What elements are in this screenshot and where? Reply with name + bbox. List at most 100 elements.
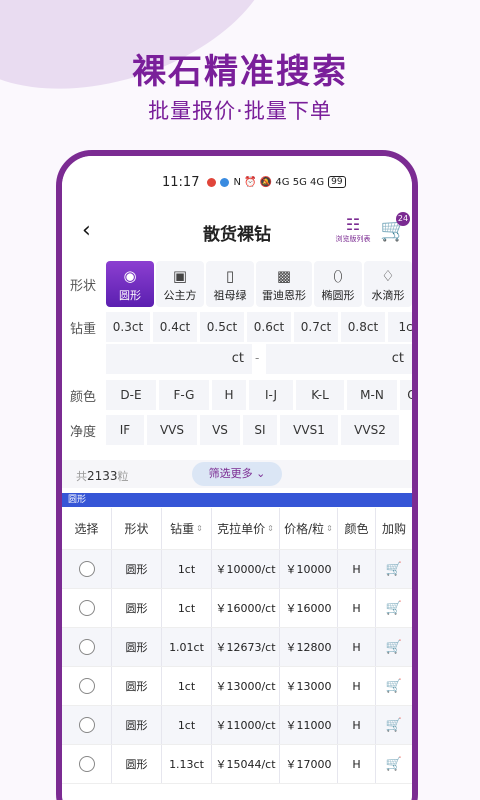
clarity-chip[interactable]: VVS2	[341, 415, 399, 445]
clarity-chip[interactable]: VVS1	[280, 415, 338, 445]
cell-unit-price: ￥12673/ct	[212, 628, 280, 666]
oval-shape-icon: ⬯	[333, 267, 343, 285]
select-radio[interactable]	[78, 639, 95, 655]
count-suffix: 粒	[117, 470, 129, 483]
clarity-label: 净度	[70, 424, 97, 440]
row-select-cell[interactable]	[62, 550, 112, 588]
add-cart-button[interactable]: 🛒	[376, 589, 412, 627]
add-cart-button[interactable]: 🛒	[376, 667, 412, 705]
cell-price: ￥13000	[280, 667, 338, 705]
add-cart-button[interactable]: 🛒	[376, 706, 412, 744]
shape-chip-oval[interactable]: ⬯ 椭圆形	[314, 261, 362, 307]
color-chip[interactable]: D-E	[106, 380, 156, 410]
network-icon: 4G	[310, 176, 325, 188]
nav-bar: ‹ 散货裸钻 ☷ 浏览版列表 🛒 24	[62, 206, 412, 256]
status-time: 11:17	[162, 174, 200, 190]
row-select-cell[interactable]	[62, 589, 112, 627]
weight-chip[interactable]: 0.8ct	[341, 312, 385, 342]
shape-chip-emerald[interactable]: ▯ 祖母绿	[206, 261, 254, 307]
select-radio[interactable]	[78, 600, 95, 616]
cell-color: H	[338, 745, 376, 783]
promo-subline: 批量报价·批量下单	[148, 99, 332, 123]
shape-chip-pear[interactable]: ♢ 水滴形	[364, 261, 412, 307]
cell-unit-price: ￥15044/ct	[212, 745, 280, 783]
select-radio[interactable]	[78, 756, 95, 772]
add-cart-button[interactable]: 🛒	[376, 745, 412, 783]
weight-chip[interactable]: 0.5ct	[200, 312, 244, 342]
shape-chip-label: 雷迪恩形	[262, 289, 306, 302]
color-chip[interactable]: K-L	[296, 380, 344, 410]
weight-chip[interactable]: 0.7ct	[294, 312, 338, 342]
cart-icon: 🛒	[385, 678, 403, 694]
clarity-chips: IF VVS VS SI VVS1 VVS2	[106, 415, 412, 445]
cell-price: ￥12800	[280, 628, 338, 666]
color-chip[interactable]: O	[400, 380, 412, 410]
table-body: 圆形 1ct ￥10000/ct ￥10000 H 🛒 圆形 1ct ￥1600…	[62, 550, 412, 784]
list-view-button[interactable]: ☷ 浏览版列表	[330, 216, 376, 244]
cell-weight: 1ct	[162, 667, 212, 705]
cart-badge: 24	[396, 212, 410, 226]
header-price[interactable]: 价格/粒 ⇕	[280, 508, 338, 549]
weight-chip[interactable]: 1ct	[388, 312, 412, 342]
select-radio[interactable]	[78, 717, 95, 733]
shape-chip-round[interactable]: ◉ 圆形	[106, 261, 154, 307]
cell-price: ￥11000	[280, 706, 338, 744]
phone-frame: 11:17 N ⏰ 🔕 4G 5G 4G 99 ‹ 散货裸钻 ☷ 浏览版列表 🛒…	[56, 150, 418, 800]
cart-icon: 🛒	[385, 561, 403, 577]
emerald-shape-icon: ▯	[225, 267, 235, 285]
app-screen: 11:17 N ⏰ 🔕 4G 5G 4G 99 ‹ 散货裸钻 ☷ 浏览版列表 🛒…	[62, 156, 412, 800]
selected-shape-strip: 圆形	[62, 493, 412, 507]
cell-weight: 1.01ct	[162, 628, 212, 666]
add-cart-button[interactable]: 🛒	[376, 550, 412, 588]
cell-price: ￥17000	[280, 745, 338, 783]
cell-shape: 圆形	[112, 745, 162, 783]
weight-chip[interactable]: 0.4ct	[153, 312, 197, 342]
header-unit-price[interactable]: 克拉单价 ⇕	[212, 508, 280, 549]
select-radio[interactable]	[78, 678, 95, 694]
row-select-cell[interactable]	[62, 706, 112, 744]
color-chip[interactable]: F-G	[159, 380, 209, 410]
color-chip[interactable]: I-J	[249, 380, 293, 410]
radiant-shape-icon: ▩	[276, 267, 292, 285]
clarity-filter-row: 净度 IF VVS VS SI VVS1 VVS2	[62, 415, 412, 445]
add-cart-button[interactable]: 🛒	[376, 628, 412, 666]
header-weight[interactable]: 钻重 ⇕	[162, 508, 212, 549]
select-radio[interactable]	[78, 561, 95, 577]
cart-icon: 🛒	[385, 600, 403, 616]
row-select-cell[interactable]	[62, 628, 112, 666]
shape-chip-princess[interactable]: ▣ 公主方	[156, 261, 204, 307]
row-select-cell[interactable]	[62, 745, 112, 783]
color-label: 颜色	[70, 389, 97, 405]
header-unit-price-label: 克拉单价	[217, 522, 266, 536]
clarity-chip[interactable]: VVS	[147, 415, 197, 445]
princess-shape-icon: ▣	[172, 267, 188, 285]
clarity-chip[interactable]: SI	[243, 415, 277, 445]
table-row: 圆形 1.01ct ￥12673/ct ￥12800 H 🛒	[62, 628, 412, 667]
table-row: 圆形 1.13ct ￥15044/ct ￥17000 H 🛒	[62, 745, 412, 784]
cell-price: ￥10000	[280, 550, 338, 588]
row-select-cell[interactable]	[62, 667, 112, 705]
cell-shape: 圆形	[112, 628, 162, 666]
weight-from-input[interactable]: ct	[106, 344, 252, 374]
header-color: 颜色	[338, 508, 376, 549]
weight-to-input[interactable]: ct	[266, 344, 412, 374]
filter-more-button[interactable]: 筛选更多 ⌄	[192, 462, 282, 486]
cell-shape: 圆形	[112, 550, 162, 588]
color-chip[interactable]: H	[212, 380, 246, 410]
clarity-chip[interactable]: VS	[200, 415, 240, 445]
cell-color: H	[338, 667, 376, 705]
table-header: 选择 形状 钻重 ⇕ 克拉单价 ⇕ 价格/粒 ⇕ 颜色 加购	[62, 508, 412, 550]
cell-color: H	[338, 589, 376, 627]
shape-chip-label: 祖母绿	[213, 289, 247, 302]
shape-filter-row: 形状 ◉ 圆形 ▣ 公主方 ▯ 祖母绿 ▩ 雷迪恩形 ⬯ 椭圆形 ♢ 水滴形	[62, 261, 412, 307]
network-icon: 5G	[292, 176, 307, 188]
shape-chip-radiant[interactable]: ▩ 雷迪恩形	[256, 261, 312, 307]
color-chip[interactable]: M-N	[347, 380, 397, 410]
cell-color: H	[338, 550, 376, 588]
cell-unit-price: ￥10000/ct	[212, 550, 280, 588]
weight-chips: 0.3ct 0.4ct 0.5ct 0.6ct 0.7ct 0.8ct 1ct	[106, 312, 412, 342]
weight-chip[interactable]: 0.6ct	[247, 312, 291, 342]
clarity-chip[interactable]: IF	[106, 415, 144, 445]
weight-chip[interactable]: 0.3ct	[106, 312, 150, 342]
count-prefix: 共	[76, 470, 87, 483]
